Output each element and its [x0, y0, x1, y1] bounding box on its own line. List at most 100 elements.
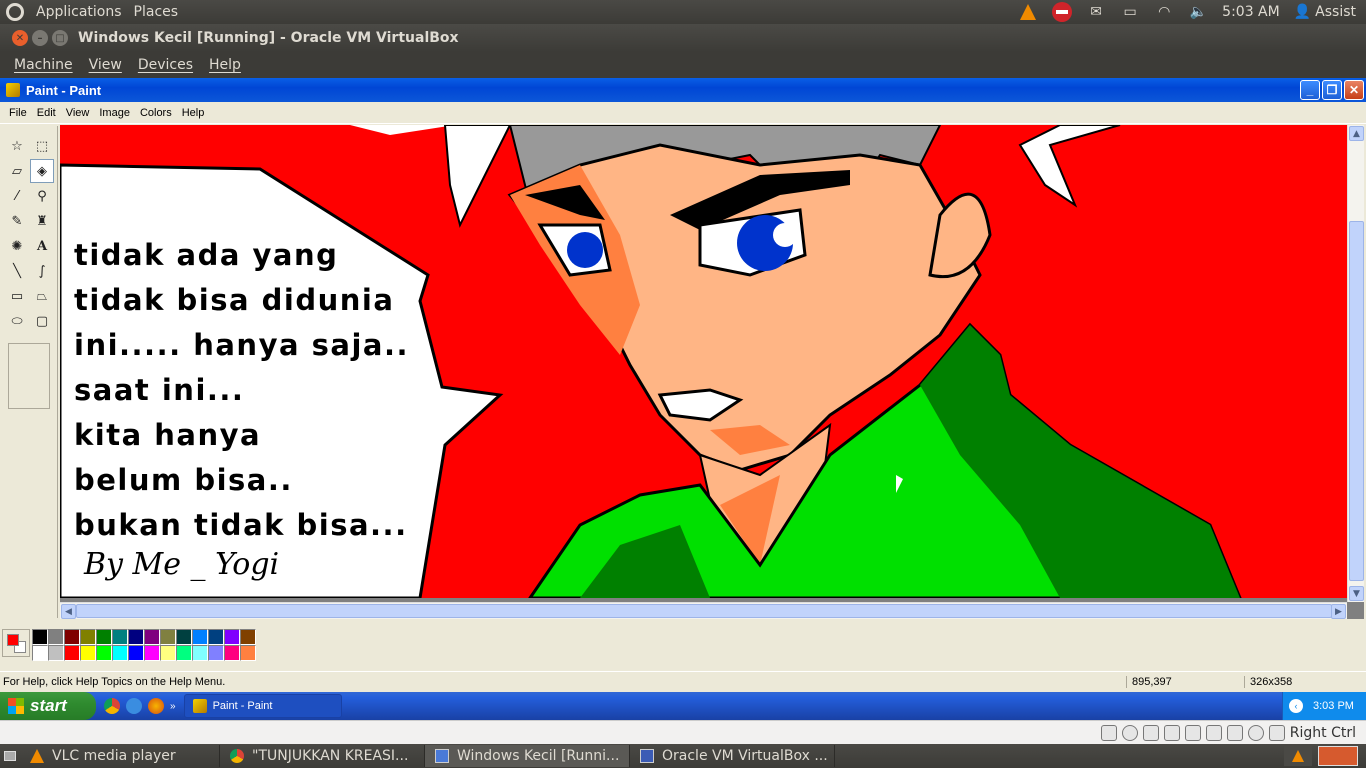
color-swatch[interactable]	[208, 629, 224, 645]
paint-menu-file[interactable]: File	[4, 107, 32, 119]
minimize-button[interactable]: –	[32, 30, 48, 46]
show-desktop-icon[interactable]	[0, 745, 20, 767]
rect-select-icon[interactable]: ⬚	[30, 134, 54, 158]
paint-menu-help[interactable]: Help	[177, 107, 210, 119]
color-swatch[interactable]	[48, 645, 64, 661]
color-swatch[interactable]	[96, 645, 112, 661]
internet-explorer-icon[interactable]	[126, 698, 142, 714]
no-entry-icon[interactable]	[1052, 2, 1073, 22]
free-select-icon[interactable]: ☆	[5, 134, 29, 158]
fill-bucket-icon[interactable]: ◈	[30, 159, 54, 183]
color-swatch[interactable]	[240, 645, 256, 661]
airbrush-icon[interactable]: ✺	[5, 234, 29, 258]
vlc-tray-mini-icon[interactable]	[1284, 746, 1312, 766]
pencil-icon[interactable]: ✎	[5, 209, 29, 233]
chrome-icon[interactable]	[104, 698, 120, 714]
menu-places[interactable]: Places	[134, 4, 179, 20]
menu-devices[interactable]: Devices	[130, 57, 201, 73]
workspace-switcher-icon[interactable]	[1318, 746, 1358, 766]
paint-close-button[interactable]: ✕	[1344, 80, 1364, 100]
taskbar-item-windows-kecil[interactable]: Windows Kecil [Runni...	[425, 745, 630, 767]
color-swatch[interactable]	[160, 629, 176, 645]
color-swatch[interactable]	[64, 629, 80, 645]
hard-disk-icon[interactable]	[1100, 724, 1117, 741]
scroll-up-icon[interactable]: ▲	[1349, 126, 1364, 141]
paint-menu-edit[interactable]: Edit	[32, 107, 61, 119]
menu-machine[interactable]: Machine	[6, 57, 81, 73]
color-swatch[interactable]	[48, 629, 64, 645]
color-swatch[interactable]	[32, 645, 48, 661]
wifi-icon[interactable]: ◠	[1154, 4, 1174, 20]
xp-clock[interactable]: 3:03 PM	[1313, 700, 1354, 712]
color-swatch[interactable]	[160, 645, 176, 661]
horizontal-scroll-thumb[interactable]	[76, 604, 1332, 618]
color-swatch[interactable]	[176, 645, 192, 661]
color-swatch[interactable]	[224, 629, 240, 645]
curve-tool-icon[interactable]: ∫	[30, 259, 54, 283]
color-swatch[interactable]	[112, 645, 128, 661]
color-swatch[interactable]	[80, 629, 96, 645]
volume-icon[interactable]: 🔈	[1188, 4, 1208, 20]
optical-drive-icon[interactable]	[1121, 724, 1138, 741]
color-swatch[interactable]	[224, 645, 240, 661]
menu-help[interactable]: Help	[201, 57, 249, 73]
vertical-scrollbar[interactable]: ▲ ▼	[1347, 125, 1364, 602]
brush-icon[interactable]: ♜	[30, 209, 54, 233]
vlc-tray-icon[interactable]	[1018, 4, 1038, 20]
color-swatch[interactable]	[80, 645, 96, 661]
color-swatch[interactable]	[144, 629, 160, 645]
close-button[interactable]: ✕	[12, 30, 28, 46]
color-swatch[interactable]	[192, 629, 208, 645]
ubuntu-logo-icon[interactable]	[6, 3, 24, 21]
color-picker-icon[interactable]: ⁄	[5, 184, 29, 208]
scroll-left-icon[interactable]: ◀	[61, 604, 76, 619]
rectangle-tool-icon[interactable]: ▭	[5, 284, 29, 308]
top-clock[interactable]: 5:03 AM	[1222, 4, 1280, 20]
tray-expand-icon[interactable]: ‹	[1289, 699, 1303, 713]
taskbar-item-chrome[interactable]: "TUNJUKKAN KREASI...	[220, 745, 425, 767]
color-swatch[interactable]	[128, 645, 144, 661]
menu-view[interactable]: View	[81, 57, 130, 73]
user-menu[interactable]: 👤 Assist	[1294, 4, 1356, 20]
mouse-integration-icon[interactable]	[1268, 724, 1285, 741]
paint-canvas[interactable]: tidak ada yang tidak bisa didunia ini...…	[60, 125, 1347, 598]
ellipse-tool-icon[interactable]: ⬭	[5, 309, 29, 333]
capture-icon[interactable]	[1226, 724, 1243, 741]
polygon-tool-icon[interactable]: ⏢	[30, 284, 54, 308]
chevron-right-icon[interactable]: »	[170, 701, 176, 712]
horizontal-scrollbar[interactable]: ◀ ▶	[60, 602, 1347, 619]
paint-minimize-button[interactable]: _	[1300, 80, 1320, 100]
line-tool-icon[interactable]: ╲	[5, 259, 29, 283]
current-colors[interactable]	[2, 629, 30, 657]
color-swatch[interactable]	[64, 645, 80, 661]
eraser-icon[interactable]: ▱	[5, 159, 29, 183]
menu-applications[interactable]: Applications	[36, 4, 122, 20]
vertical-scroll-thumb[interactable]	[1349, 221, 1364, 581]
maximize-button[interactable]: □	[52, 30, 68, 46]
color-swatch[interactable]	[192, 645, 208, 661]
start-button[interactable]: start	[0, 692, 96, 720]
task-button-paint[interactable]: Paint - Paint	[183, 694, 342, 718]
color-swatch[interactable]	[144, 645, 160, 661]
color-swatch[interactable]	[176, 629, 192, 645]
taskbar-item-vlc[interactable]: VLC media player	[20, 745, 220, 767]
scroll-down-icon[interactable]: ▼	[1349, 586, 1364, 601]
text-tool-icon[interactable]: A	[30, 234, 54, 258]
virtualization-icon[interactable]	[1247, 724, 1264, 741]
shared-folders-icon[interactable]	[1163, 724, 1180, 741]
rounded-rect-tool-icon[interactable]: ▢	[30, 309, 54, 333]
paint-menu-colors[interactable]: Colors	[135, 107, 177, 119]
mail-icon[interactable]: ✉	[1086, 4, 1106, 20]
battery-icon[interactable]: ▭	[1120, 4, 1140, 20]
paint-menu-view[interactable]: View	[61, 107, 95, 119]
color-swatch[interactable]	[240, 629, 256, 645]
network-icon[interactable]	[1184, 724, 1201, 741]
display-icon[interactable]	[1205, 724, 1222, 741]
scroll-right-icon[interactable]: ▶	[1331, 604, 1346, 619]
taskbar-item-virtualbox[interactable]: Oracle VM VirtualBox ...	[630, 745, 835, 767]
color-swatch[interactable]	[208, 645, 224, 661]
paint-restore-button[interactable]: ❐	[1322, 80, 1342, 100]
tool-options-box[interactable]	[8, 343, 50, 409]
firefox-icon[interactable]	[148, 698, 164, 714]
color-swatch[interactable]	[96, 629, 112, 645]
